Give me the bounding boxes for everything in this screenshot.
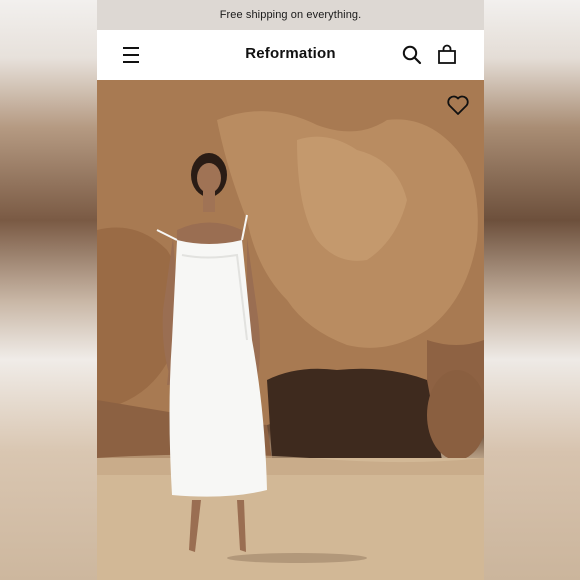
product-hero-image[interactable]: [97, 80, 484, 580]
hero-photo: [97, 80, 484, 580]
brand-logo[interactable]: Reformation: [97, 45, 484, 62]
promo-banner: Free shipping on everything.: [97, 0, 484, 30]
shopping-bag-icon[interactable]: [436, 44, 458, 66]
promo-text: Free shipping on everything.: [219, 9, 362, 21]
search-icon[interactable]: [401, 44, 423, 66]
top-navigation: Reformation: [97, 30, 484, 80]
heart-icon[interactable]: [446, 94, 470, 116]
blurred-background-left: [0, 0, 97, 580]
mobile-screen: Free shipping on everything. Reformation: [97, 0, 484, 580]
blurred-background-right: [483, 0, 580, 580]
